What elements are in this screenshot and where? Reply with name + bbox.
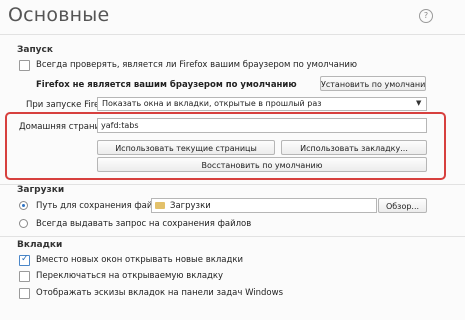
tab-option-checkbox[interactable] (19, 254, 30, 266)
on-launch-select[interactable]: Показать окна и вкладки, открытые в прош… (97, 97, 427, 111)
homepage-input[interactable]: yafd:tabs (97, 118, 427, 133)
tab-option-label: Переключаться на открываемую вкладку (36, 271, 224, 281)
homepage-value: yafd:tabs (101, 121, 139, 130)
section-title-startup: Запуск (17, 45, 53, 55)
always-ask-radio[interactable] (19, 219, 28, 228)
check-default-label: Всегда проверять, является ли Firefox ва… (36, 60, 358, 70)
save-path-radio[interactable] (19, 201, 28, 210)
check-default-checkbox[interactable] (19, 60, 30, 71)
tab-option-checkbox[interactable] (19, 288, 30, 299)
chevron-down-icon: ▼ (416, 99, 422, 107)
not-default-text: Firefox не является вашим браузером по у… (36, 80, 297, 90)
use-bookmark-button[interactable]: Использовать закладку... (281, 140, 427, 155)
header-divider (0, 34, 465, 35)
tab-option-label: Вместо новых окон открывать новые вкладк… (36, 255, 244, 265)
tab-option-label: Отображать эскизы вкладок на панели зада… (36, 288, 284, 298)
on-launch-value: Показать окна и вкладки, открытые в прош… (102, 99, 322, 108)
save-path-label: Путь для сохранения файлов (36, 201, 169, 211)
folder-icon (155, 202, 165, 209)
section-divider-1 (0, 184, 465, 185)
always-ask-label: Всегда выдавать запрос на сохранения фай… (36, 219, 252, 229)
section-title-tabs: Вкладки (17, 240, 63, 250)
set-default-button[interactable]: Установить по умолчанию (320, 76, 426, 91)
page-title: Основные (8, 4, 110, 26)
use-current-pages-button[interactable]: Использовать текущие страницы (97, 140, 275, 155)
section-title-downloads: Загрузки (17, 185, 65, 195)
browse-button[interactable]: Обзор... (378, 198, 427, 213)
tab-option-checkbox[interactable] (19, 271, 30, 282)
section-divider-2 (0, 236, 465, 237)
restore-default-button[interactable]: Восстановить по умолчанию (97, 157, 427, 172)
download-folder-value: Загрузки (170, 201, 211, 211)
help-icon[interactable]: ? (419, 9, 433, 23)
